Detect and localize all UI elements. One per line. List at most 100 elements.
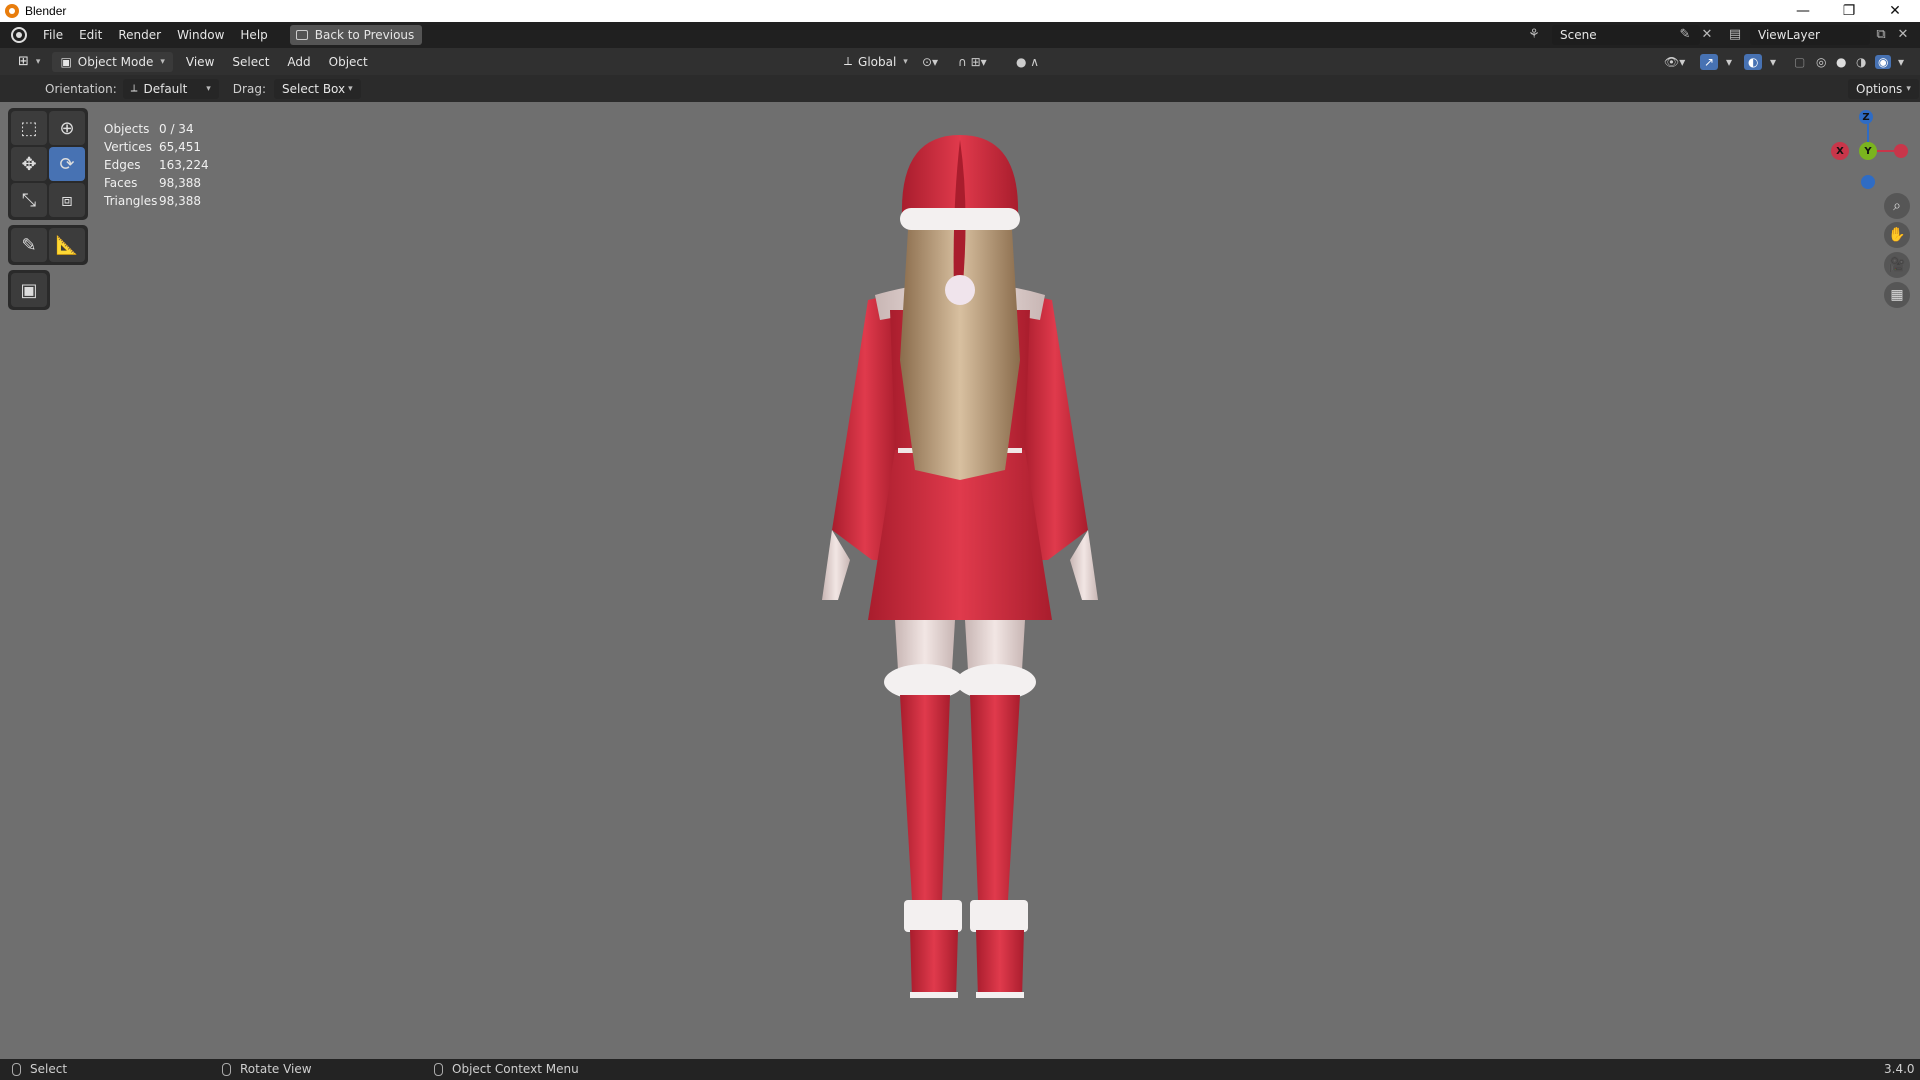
- wireframe-shading-icon[interactable]: ◎: [1816, 55, 1826, 69]
- status-rotate-label: Rotate View: [240, 1062, 312, 1076]
- solid-shading-icon[interactable]: ●: [1836, 55, 1846, 69]
- header-menu-view[interactable]: View: [177, 55, 223, 69]
- stat-value: 98,388: [159, 194, 201, 208]
- character-model[interactable]: [820, 130, 1100, 1030]
- measure-tool-icon[interactable]: 📐: [49, 228, 85, 262]
- perspective-grid-icon[interactable]: ▦: [1884, 282, 1910, 308]
- header-menu-add[interactable]: Add: [278, 55, 319, 69]
- gizmo-toggle-icon[interactable]: ↗: [1700, 53, 1719, 70]
- tool-settings-header: Orientation: ⟂ Default ▾ Drag: Select Box…: [0, 75, 1920, 102]
- visibility-icon[interactable]: 👁▾: [1664, 55, 1685, 69]
- right-boot-fur: [970, 900, 1028, 932]
- orientation-value: Default: [143, 81, 188, 96]
- menu-file[interactable]: File: [35, 28, 71, 42]
- left-leg-fur: [884, 664, 964, 700]
- select-tools-group: ⬚ ⊕ ✥ ⟳ ⤡ ⧈: [8, 108, 88, 220]
- annotate-tool-icon[interactable]: ✎: [11, 228, 47, 262]
- mode-dropdown[interactable]: ▣ Object Mode ▾: [52, 51, 173, 72]
- rotate-tool-icon[interactable]: ⟳: [49, 147, 85, 181]
- menu-render[interactable]: Render: [110, 28, 169, 42]
- hat-pompom: [945, 275, 975, 305]
- menu-edit[interactable]: Edit: [71, 28, 110, 42]
- stat-row: Faces 98,388: [104, 174, 209, 192]
- status-select: Select: [12, 1062, 67, 1076]
- stat-label: Vertices: [104, 140, 152, 154]
- pivot-point-icon[interactable]: ⊙▾: [922, 55, 938, 69]
- stat-row: Edges 163,224: [104, 156, 209, 174]
- header-menu-object[interactable]: Object: [320, 55, 377, 69]
- transform-orientation-dropdown[interactable]: ⟂ Global ▾: [836, 52, 916, 72]
- blender-menu-icon[interactable]: [11, 27, 27, 43]
- material-shading-icon[interactable]: ◑: [1856, 55, 1866, 69]
- gizmo-menu-icon[interactable]: ▾: [1726, 55, 1732, 69]
- stat-value: 65,451: [159, 140, 201, 154]
- header-menu-select[interactable]: Select: [223, 55, 278, 69]
- stat-value: 0 / 34: [159, 122, 194, 136]
- move-tool-icon[interactable]: ✥: [11, 147, 47, 181]
- view-layer-icon[interactable]: ▤: [1726, 26, 1744, 44]
- status-rotate: Rotate View: [222, 1062, 312, 1076]
- orientation-axes-icon: ⟂: [844, 54, 853, 68]
- gizmo-neg-z-axis[interactable]: [1861, 175, 1875, 189]
- status-context-label: Object Context Menu: [452, 1062, 579, 1076]
- snap-icon[interactable]: ∩ ⊞▾: [958, 55, 987, 69]
- orientation-icon: ⟂: [130, 83, 138, 94]
- rendered-shading-icon[interactable]: ◉: [1875, 54, 1892, 69]
- back-icon: [295, 30, 308, 40]
- navigation-gizmo[interactable]: Z X Y: [1814, 108, 1918, 198]
- object-mode-icon: ▣: [60, 54, 72, 69]
- back-to-previous-button[interactable]: Back to Previous: [289, 25, 423, 45]
- menu-help[interactable]: Help: [232, 28, 275, 42]
- add-cube-tool-icon[interactable]: ▣: [11, 273, 47, 307]
- remove-scene-icon[interactable]: ✕: [1698, 26, 1716, 44]
- new-view-layer-icon[interactable]: ⧉: [1872, 26, 1890, 44]
- right-leg-fur: [956, 664, 1036, 700]
- overlay-toggle-icon[interactable]: ◐: [1744, 53, 1763, 70]
- select-box-tool-icon[interactable]: ⬚: [11, 111, 47, 145]
- scene-name: Scene: [1560, 28, 1597, 42]
- scene-selector-icon[interactable]: ⚘: [1525, 26, 1543, 44]
- remove-view-layer-icon[interactable]: ✕: [1894, 26, 1912, 44]
- add-tools-group: ▣: [8, 270, 50, 310]
- drag-dropdown[interactable]: Select Box ▾: [273, 78, 361, 99]
- gizmo-x-axis[interactable]: X: [1831, 142, 1849, 160]
- stat-row: Objects 0 / 34: [104, 120, 209, 138]
- camera-view-icon[interactable]: 🎥: [1884, 252, 1910, 278]
- pan-hand-icon[interactable]: ✋: [1884, 222, 1910, 248]
- right-boot: [976, 930, 1024, 998]
- scale-tool-icon[interactable]: ⤡: [11, 183, 47, 217]
- gizmo-neg-x-axis[interactable]: [1894, 144, 1908, 158]
- mode-label: Object Mode: [77, 54, 154, 69]
- status-context: Object Context Menu: [434, 1062, 579, 1076]
- back-to-previous-label: Back to Previous: [314, 28, 415, 42]
- status-select-label: Select: [30, 1062, 68, 1076]
- overlay-menu-icon[interactable]: ▾: [1770, 55, 1776, 69]
- right-thigh: [965, 620, 1025, 670]
- zoom-icon[interactable]: ⌕: [1884, 193, 1910, 219]
- shading-menu-icon[interactable]: ▾: [1898, 55, 1904, 69]
- annotate-tools-group: ✎ 📐: [8, 225, 88, 265]
- status-bar: Select Rotate View Object Context Menu 3…: [0, 1059, 1920, 1080]
- orientation-dropdown[interactable]: ⟂ Default ▾: [122, 78, 219, 99]
- right-hand: [1070, 530, 1098, 600]
- close-button[interactable]: ✕: [1872, 0, 1918, 22]
- gizmo-y-axis[interactable]: Y: [1859, 142, 1877, 160]
- options-dropdown[interactable]: Options ▾: [1848, 78, 1919, 99]
- transform-tool-icon[interactable]: ⧈: [49, 183, 85, 217]
- scene-statistics: Objects 0 / 34 Vertices 65,451 Edges 163,22…: [104, 120, 209, 210]
- gizmo-z-axis[interactable]: Z: [1859, 110, 1873, 124]
- proportional-edit-icon[interactable]: ● ∧: [1016, 55, 1039, 69]
- maximize-button[interactable]: ❐: [1826, 0, 1872, 22]
- cursor-tool-icon[interactable]: ⊕: [49, 111, 85, 145]
- editor-type-dropdown[interactable]: ⊞ ▾: [10, 52, 48, 72]
- view-layer-name: ViewLayer: [1758, 28, 1820, 42]
- menu-window[interactable]: Window: [169, 28, 232, 42]
- drag-label: Drag:: [232, 81, 266, 96]
- left-boot-fur: [904, 900, 962, 932]
- xray-icon[interactable]: ▢: [1794, 55, 1805, 69]
- stat-label: Triangles: [104, 194, 158, 208]
- right-stocking: [970, 695, 1020, 900]
- minimize-button[interactable]: —: [1780, 0, 1826, 22]
- new-scene-icon[interactable]: [1676, 26, 1694, 44]
- view-layer-field[interactable]: ViewLayer: [1750, 25, 1870, 45]
